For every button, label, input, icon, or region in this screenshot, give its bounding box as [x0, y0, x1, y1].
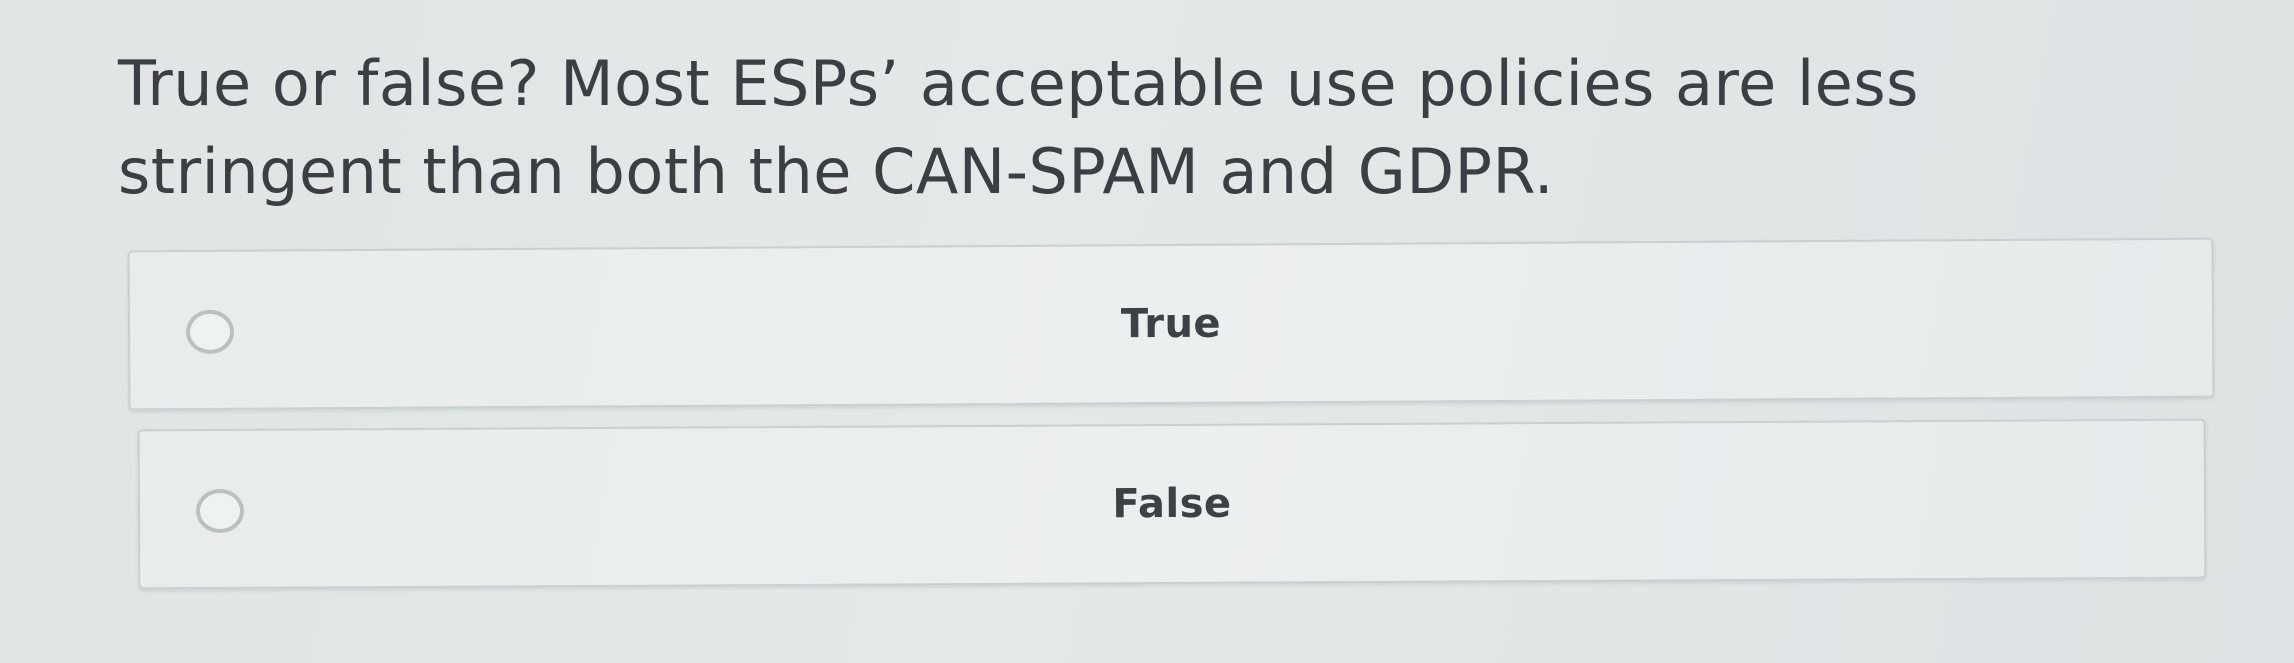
question-text: True or false? Most ESPs’ acceptable use… — [118, 47, 1919, 208]
answer-option-false[interactable]: False — [137, 418, 2207, 590]
answer-option-true[interactable]: True — [127, 237, 2215, 411]
answer-option-label: True — [1120, 300, 1222, 348]
answer-option-label: False — [1112, 480, 1232, 528]
